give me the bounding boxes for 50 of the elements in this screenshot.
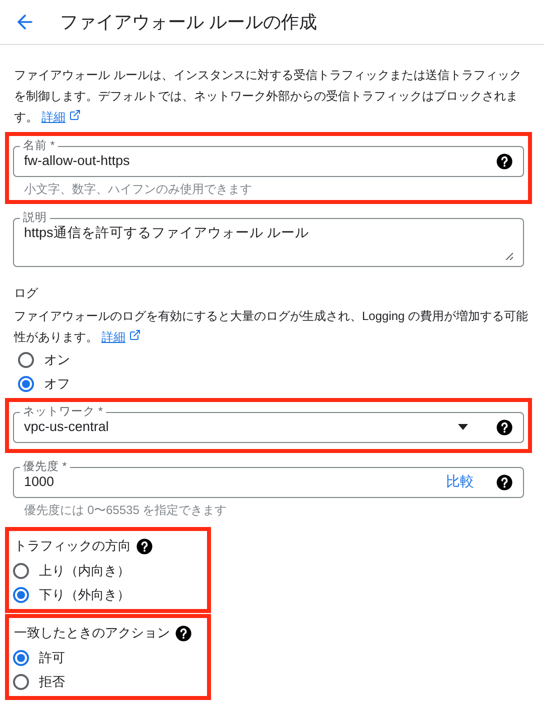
option-label: 上り（内向き） (39, 562, 130, 580)
resize-grip-icon[interactable] (505, 252, 513, 260)
help-icon[interactable] (136, 538, 153, 554)
field-label: 優先度 * (22, 461, 68, 473)
compare-button[interactable]: 比較 (434, 473, 486, 491)
field-label: 名前 * (22, 140, 56, 152)
external-link-icon (128, 329, 141, 341)
field-label: 説明 (22, 212, 48, 224)
log-description: ファイアウォールのログを有効にすると大量のログが生成され、Logging の費用が増加する可能性があります。 詳細 (14, 306, 530, 348)
section-title: 一致したときのアクション (14, 624, 170, 642)
field-value: https通信を許可するファイアウォール ルール (24, 224, 310, 242)
radio-option[interactable]: 上り（内向き） (13, 559, 203, 583)
help-icon[interactable] (496, 418, 513, 436)
radio-button[interactable] (13, 650, 29, 666)
details-link[interactable]: 詳細 (101, 327, 126, 348)
radio-option[interactable]: 許可 (13, 646, 203, 670)
radio-option[interactable]: 拒否 (13, 670, 203, 694)
option-label: オフ (44, 375, 70, 393)
option-label: 下り（外向き） (39, 586, 130, 604)
section-title: ログ (14, 285, 40, 302)
section-title: トラフィックの方向 (14, 537, 131, 555)
priority-field[interactable]: 優先度 * 1000 比較 (13, 461, 524, 498)
external-link-icon (68, 109, 81, 121)
description-field[interactable]: 説明 https通信を許可するファイアウォール ルール (13, 212, 524, 267)
intro-text: ファイアウォール ルールは、インスタンスに対する受信トラフィックまたは送信トラフィックを制御します。デフォルトでは、ネットワーク外部からの受信トラフィックはブロックされます。 詳細 (14, 65, 530, 128)
field-value: fw-allow-out-https (24, 152, 131, 170)
option-label: 拒否 (39, 673, 65, 691)
option-label: 許可 (39, 649, 65, 667)
radio-option[interactable]: オフ (18, 372, 539, 396)
field-value: 1000 (24, 473, 56, 491)
caret-icon (458, 424, 468, 430)
radio-button[interactable] (13, 674, 29, 690)
helper-text: 小文字、数字、ハイフンのみ使用できます (24, 181, 253, 198)
field-value: vpc-us-central (24, 418, 110, 436)
radio-button[interactable] (18, 352, 34, 368)
help-icon[interactable] (496, 474, 513, 490)
help-icon[interactable] (175, 624, 192, 642)
helper-text: 優先度には 0〜65535 を指定できます (24, 502, 228, 519)
network-dropdown[interactable]: ネットワーク * vpc-us-central (13, 406, 524, 443)
details-link[interactable]: 詳細 (41, 107, 66, 128)
option-label: オン (44, 351, 70, 369)
name-field[interactable]: 名前 * fw-allow-out-https (13, 140, 524, 177)
field-label: ネットワーク * (22, 406, 104, 418)
radio-button[interactable] (13, 587, 29, 603)
page-title: ファイアウォール ルールの作成 (60, 11, 318, 34)
radio-button[interactable] (18, 376, 34, 392)
radio-option[interactable]: オン (18, 348, 539, 372)
radio-button[interactable] (13, 563, 29, 579)
radio-option[interactable]: 下り（外向き） (13, 583, 203, 607)
help-icon[interactable] (496, 152, 513, 170)
